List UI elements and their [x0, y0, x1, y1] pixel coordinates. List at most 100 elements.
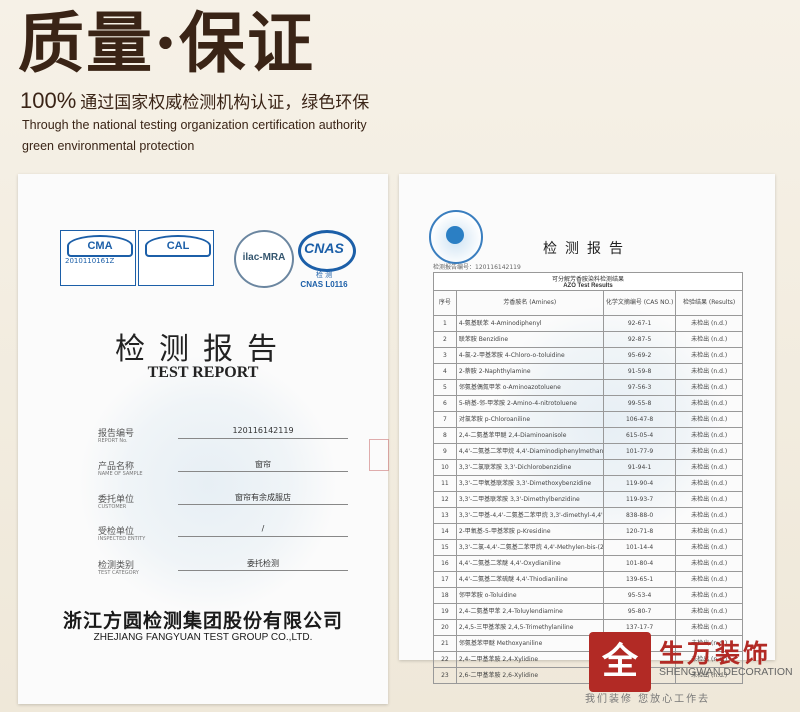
cas-number: 139-65-1	[602, 571, 677, 588]
field-label-en: CUSTOMER	[98, 504, 127, 510]
row-number: 4	[433, 363, 457, 380]
amine-name: 4-氨基联苯 4-Aminodiphenyl	[455, 315, 604, 332]
amine-name: 2-萘胺 2-Naphthylamine	[455, 363, 604, 380]
cnas-logo: CNAS 检 测 CNAS L0116	[294, 230, 356, 290]
table-row: 17 4,4'-二氨基二苯硫醚 4,4'-Thiodianiline 139-65-…	[433, 571, 743, 588]
cas-number: 101-14-4	[602, 539, 677, 556]
row-number: 18	[433, 587, 457, 604]
field-rule	[178, 570, 348, 571]
cnas-text: CNAS	[304, 240, 344, 256]
brand-glyph: 全	[601, 641, 638, 682]
test-result: 未检出 (n.d.)	[675, 395, 743, 412]
subtitle-en-line2: green environmental protection	[22, 139, 195, 153]
test-result: 未检出 (n.d.)	[675, 443, 743, 460]
cas-number: 95-80-7	[602, 603, 677, 620]
ilac-text: ilac-MRA	[242, 252, 286, 263]
amine-name: 3,3'-二甲基-4,4'-二氨基二苯甲烷 3,3'-dimethyl-4,4'…	[455, 507, 604, 524]
cal-mark: CAL	[145, 235, 211, 257]
company-name-en: ZHEJIANG FANGYUAN TEST GROUP CO.,LTD.	[93, 632, 313, 643]
table-row: 5 邻氨基偶氮甲苯 o-Aminoazotoluene 97-56-3 未检出 (n.…	[433, 379, 743, 396]
test-result: 未检出 (n.d.)	[675, 539, 743, 556]
field-label-en: TEST CATEGORY	[98, 570, 139, 576]
subtitle-zh-line: 100% 通过国家权威检测机构认证，绿色环保	[20, 88, 369, 114]
amine-name: 4,4'-二氨基二苯硫醚 4,4'-Thiodianiline	[455, 571, 604, 588]
amine-name: 3,3'-二氯联苯胺 3,3'-Dichlorobenzidine	[455, 459, 604, 476]
test-result: 未检出 (n.d.)	[675, 507, 743, 524]
table-row: 8 2,4-二氨基苯甲醚 2,4-Diaminoanisole 615-05-4 未检…	[433, 427, 743, 444]
test-result: 未检出 (n.d.)	[675, 491, 743, 508]
amine-name: 2,4-二氨基甲苯 2,4-Toluylendiamine	[455, 603, 604, 620]
table-row: 19 2,4-二氨基甲苯 2,4-Toluylendiamine 95-80-7 未检…	[433, 603, 743, 620]
row-number: 23	[433, 667, 457, 684]
test-result: 未检出 (n.d.)	[675, 347, 743, 364]
cas-number: 120-71-8	[602, 523, 677, 540]
table-row: 9 4,4'-二氨基二苯甲烷 4,4'-Diaminodiphenylmethan…	[433, 443, 743, 460]
cnas-code: CNAS L0116	[300, 280, 348, 289]
row-number: 2	[433, 331, 457, 348]
row-number: 19	[433, 603, 457, 620]
field-rule	[178, 471, 348, 472]
amine-name: 2,4-二氨基苯甲醚 2,4-Diaminoanisole	[455, 427, 604, 444]
row-number: 15	[433, 539, 457, 556]
row-number: 3	[433, 347, 457, 364]
amine-name: 邻氨基偶氮甲苯 o-Aminoazotoluene	[455, 379, 604, 396]
page-title: 质量·保证	[18, 4, 315, 82]
table-row: 15 3,3'-二氯-4,4'-二氨基二苯甲烷 4,4'-Methylen-bis…	[433, 539, 743, 556]
field-value: /	[261, 524, 265, 533]
amine-name: 5-硝基-邻-甲苯胺 2-Amino-4-nitrotoluene	[455, 395, 604, 412]
test-result: 未检出 (n.d.)	[675, 363, 743, 380]
test-result: 未检出 (n.d.)	[675, 315, 743, 332]
table-row: 7 对氯苯胺 p-Chloroaniline 106-47-8 未检出 (n.d.)	[433, 411, 743, 428]
field-rule	[178, 504, 348, 505]
field-value: 委托检测	[247, 559, 279, 568]
table-row: 13 3,3'-二甲基-4,4'-二氨基二苯甲烷 3,3'-dimethyl-4,…	[433, 507, 743, 524]
amine-name: 2,4-二甲基苯胺 2,4-Xylidine	[455, 651, 604, 668]
row-number: 16	[433, 555, 457, 572]
brand-name-zh: 生万装饰	[659, 639, 772, 668]
amine-name: 对氯苯胺 p-Chloroaniline	[455, 411, 604, 428]
field-customer: 委托单位 CUSTOMER 窗帘有余成服店	[98, 492, 358, 518]
table-row: 11 3,3'-二甲氧基联苯胺 3,3'-Dimethoxybenzidine 11…	[433, 475, 743, 492]
test-result: 未检出 (n.d.)	[675, 411, 743, 428]
row-number: 14	[433, 523, 457, 540]
test-result: 未检出 (n.d.)	[675, 427, 743, 444]
report-title-en: TEST REPORT	[147, 364, 259, 381]
cas-number: 99-55-8	[602, 395, 677, 412]
field-inspected-entity: 受检单位 INSPECTED ENTITY /	[98, 524, 358, 550]
subtitle-zh: 通过国家权威检测机构认证，绿色环保	[80, 93, 370, 113]
amine-name: 3,3'-二甲基联苯胺 3,3'-Dimethylbenzidine	[455, 491, 604, 508]
field-sample-name: 产品名称 NAME OF SAMPLE 窗帘	[98, 459, 358, 485]
col-header-cas: 化学文摘编号 (CAS NO.)	[602, 290, 677, 316]
amine-name: 3,3'-二氯-4,4'-二氨基二苯甲烷 4,4'-Methylen-bis-(…	[455, 539, 604, 556]
table-row: 3 4-氯-2-甲基苯胺 4-Chloro-o-toluidine 95-69-2 未…	[433, 347, 743, 364]
table-row: 6 5-硝基-邻-甲苯胺 2-Amino-4-nitrotoluene 99-55-…	[433, 395, 743, 412]
test-result: 未检出 (n.d.)	[675, 459, 743, 476]
col-header-no: 序号	[433, 290, 457, 316]
cas-number: 91-94-1	[602, 459, 677, 476]
amine-name: 邻氨基苯甲醚 Methoxyaniline	[455, 635, 604, 652]
table-row: 2 联苯胺 Benzidine 92-87-5 未检出 (n.d.)	[433, 331, 743, 348]
test-result: 未检出 (n.d.)	[675, 475, 743, 492]
cas-number: 838-88-0	[602, 507, 677, 524]
field-test-category: 检测类别 TEST CATEGORY 委托检测	[98, 558, 358, 584]
seal-stamp	[369, 439, 389, 471]
row-number: 12	[433, 491, 457, 508]
field-report-no: 报告编号 REPORT No. 120116142119	[98, 426, 358, 452]
brand-logo: 全 生万装饰 SHENGWAN DECORATION 我们装修 您放心工作去	[585, 628, 800, 712]
table-row: 18 邻甲苯胺 o-Toluidine 95-53-4 未检出 (n.d.)	[433, 587, 743, 604]
field-value: 窗帘有余成服店	[235, 493, 291, 502]
test-result: 未检出 (n.d.)	[675, 523, 743, 540]
row-number: 20	[433, 619, 457, 636]
cas-number: 106-47-8	[602, 411, 677, 428]
header: 质量·保证 100% 通过国家权威检测机构认证，绿色环保 Through the …	[0, 0, 800, 170]
percent-text: 100%	[20, 88, 77, 113]
cas-number: 95-69-2	[602, 347, 677, 364]
field-value: 120116142119	[232, 426, 294, 435]
row-number: 9	[433, 443, 457, 460]
table-row: 10 3,3'-二氯联苯胺 3,3'-Dichlorobenzidine 91-94…	[433, 459, 743, 476]
test-result: 未检出 (n.d.)	[675, 571, 743, 588]
brand-badge: 全	[589, 632, 651, 692]
amine-name: 2-甲氧基-5-甲基苯胺 p-Kresidine	[455, 523, 604, 540]
row-number: 10	[433, 459, 457, 476]
row-number: 17	[433, 571, 457, 588]
